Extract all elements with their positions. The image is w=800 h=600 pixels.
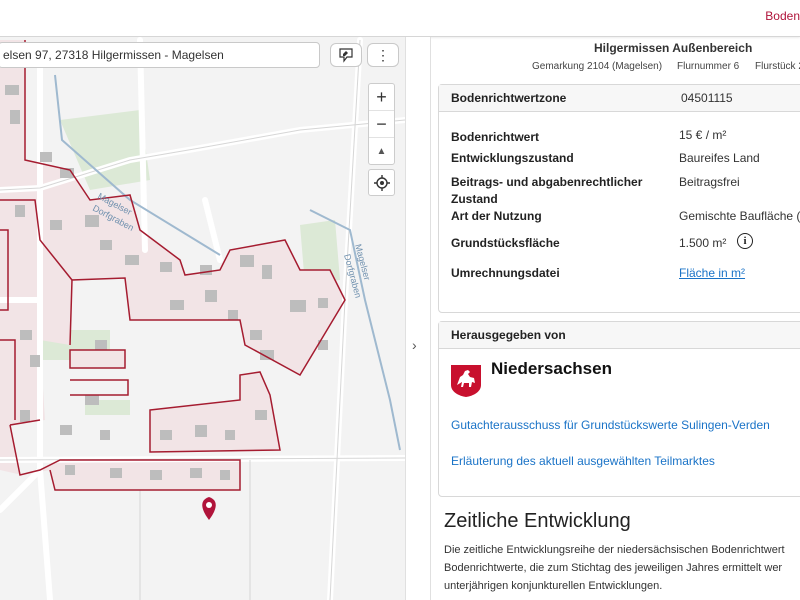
- top-bar: Boden: [0, 0, 800, 37]
- bodenrichtwert-card: Bodenrichtwertzone 04501115 Bodenrichtwe…: [438, 84, 800, 313]
- row-label: Umrechnungsdatei: [451, 266, 560, 280]
- row-label: Art der Nutzung: [451, 209, 542, 223]
- more-options-button[interactable]: ⋮: [367, 43, 399, 67]
- section-line: Bodenrichtwerte, die zum Stichtag des je…: [444, 562, 783, 574]
- gutachterausschuss-link[interactable]: Gutachterausschuss für Grundstückswerte …: [451, 418, 770, 432]
- parcel-title: Hilgermissen Außenbereich: [594, 41, 753, 55]
- card-header: Bodenrichtwertzone 04501115: [439, 85, 800, 112]
- bookmark-edit-icon: [339, 48, 353, 63]
- panel-divider: ›: [405, 37, 431, 600]
- row-label: Entwicklungszustand: [451, 151, 574, 165]
- info-icon[interactable]: i: [737, 233, 753, 249]
- zoom-out-button[interactable]: −: [369, 111, 394, 138]
- teilmarkt-explanation-link[interactable]: Erläuterung des aktuell ausgewählten Tei…: [451, 454, 715, 468]
- card-header-label: Herausgegeben von: [451, 328, 566, 342]
- row-value: Beitragsfrei: [679, 175, 740, 189]
- niedersachsen-crest-icon: [451, 365, 481, 397]
- section-title: Zeitliche Entwicklung: [444, 510, 631, 532]
- search-input[interactable]: [0, 43, 317, 66]
- address-search[interactable]: [0, 42, 320, 68]
- card-header: Herausgegeben von: [439, 322, 800, 349]
- row-value: Baureifes Land: [679, 151, 760, 165]
- zoom-controls: + − ▲: [368, 83, 395, 165]
- compass-button[interactable]: ▲: [369, 138, 394, 164]
- zoom-in-button[interactable]: +: [369, 84, 394, 111]
- row-label: Beitrags- und abgabenrechtlicher Zustand: [451, 175, 643, 206]
- row-label: Grundstücksfläche: [451, 236, 560, 250]
- expand-chevron-icon[interactable]: ›: [412, 337, 417, 353]
- location-pin-icon: [202, 497, 216, 520]
- publisher-card: Herausgegeben von Niedersachsen Gutachte…: [438, 321, 800, 497]
- bookmark-button[interactable]: [330, 43, 362, 67]
- row-label: Bodenrichtwert: [451, 130, 540, 144]
- zone-number: 04501115: [681, 91, 733, 105]
- section-line: Die zeitliche Entwicklungsreihe der nied…: [444, 544, 785, 556]
- row-value: Gemischte Baufläche (A: [679, 209, 800, 223]
- gemarkung-text: Gemarkung 2104 (Magelsen): [532, 61, 663, 72]
- crosshair-icon: [373, 174, 390, 191]
- conversion-file-link[interactable]: Fläche in m²: [679, 265, 745, 282]
- flurstueck-text: Flurstück 2: [755, 61, 800, 72]
- flurnummer-text: Flurnummer 6: [677, 61, 740, 72]
- more-vertical-icon: ⋮: [376, 46, 390, 63]
- card-header-label: Bodenrichtwertzone: [451, 91, 567, 105]
- row-value: 1.500 m²: [679, 236, 727, 250]
- compass-icon: ▲: [376, 145, 387, 157]
- map-canvas[interactable]: Magelser Dorfgraben Magelser Dorfgraben: [0, 37, 405, 600]
- locate-me-button[interactable]: [368, 169, 395, 196]
- top-nav-link[interactable]: Boden: [765, 9, 800, 23]
- section-text: Die zeitliche Entwicklungsreihe der nied…: [444, 541, 800, 595]
- map-view[interactable]: Magelser Dorfgraben Magelser Dorfgraben: [0, 37, 405, 600]
- info-panel: Hilgermissen Außenbereich Gemarkung 2104…: [432, 37, 800, 600]
- section-line: unterjährigen konjunkturellen Entwicklun…: [444, 580, 663, 592]
- row-value: 15 € / m²: [679, 128, 727, 142]
- publisher-name: Niedersachsen: [491, 359, 612, 378]
